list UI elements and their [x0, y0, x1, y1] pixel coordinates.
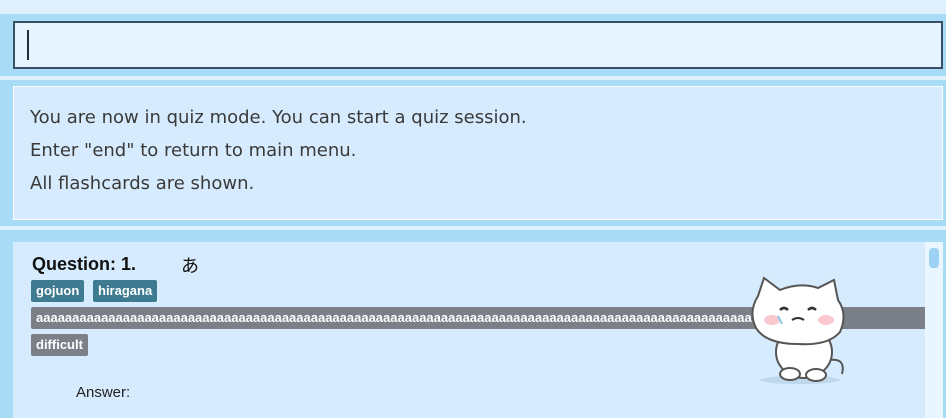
category-tag-hiragana: hiragana [93, 280, 158, 302]
flashcard-card[interactable]: Question: 1. あ gojuon hiragana aaaaaaaaa… [13, 242, 925, 418]
result-line-1: You are now in quiz mode. You can start … [30, 107, 527, 128]
cat-sticker-icon [751, 276, 845, 384]
result-line-2: Enter "end" to return to main menu. [30, 140, 357, 161]
flashcard-list-area: Question: 1. あ gojuon hiragana aaaaaaaaa… [0, 230, 946, 418]
command-box-area [0, 14, 946, 76]
result-display: You are now in quiz mode. You can start … [13, 86, 943, 220]
scrollbar[interactable] [925, 242, 943, 418]
top-strip [0, 0, 946, 14]
command-input[interactable] [13, 21, 943, 69]
result-display-area: You are now in quiz mode. You can start … [0, 80, 946, 226]
result-line-3: All flashcards are shown. [30, 173, 255, 194]
scrollbar-thumb[interactable] [929, 248, 939, 268]
question-text: あ [181, 256, 199, 277]
category-tag-gojuon: gojuon [31, 280, 85, 302]
text-caret [27, 30, 29, 60]
question-label: Question: 1. [32, 254, 137, 274]
answer-label: Answer: [76, 384, 131, 401]
tag-difficult: difficult [31, 334, 88, 356]
flashcard-list[interactable]: Question: 1. あ gojuon hiragana aaaaaaaaa… [13, 242, 925, 418]
